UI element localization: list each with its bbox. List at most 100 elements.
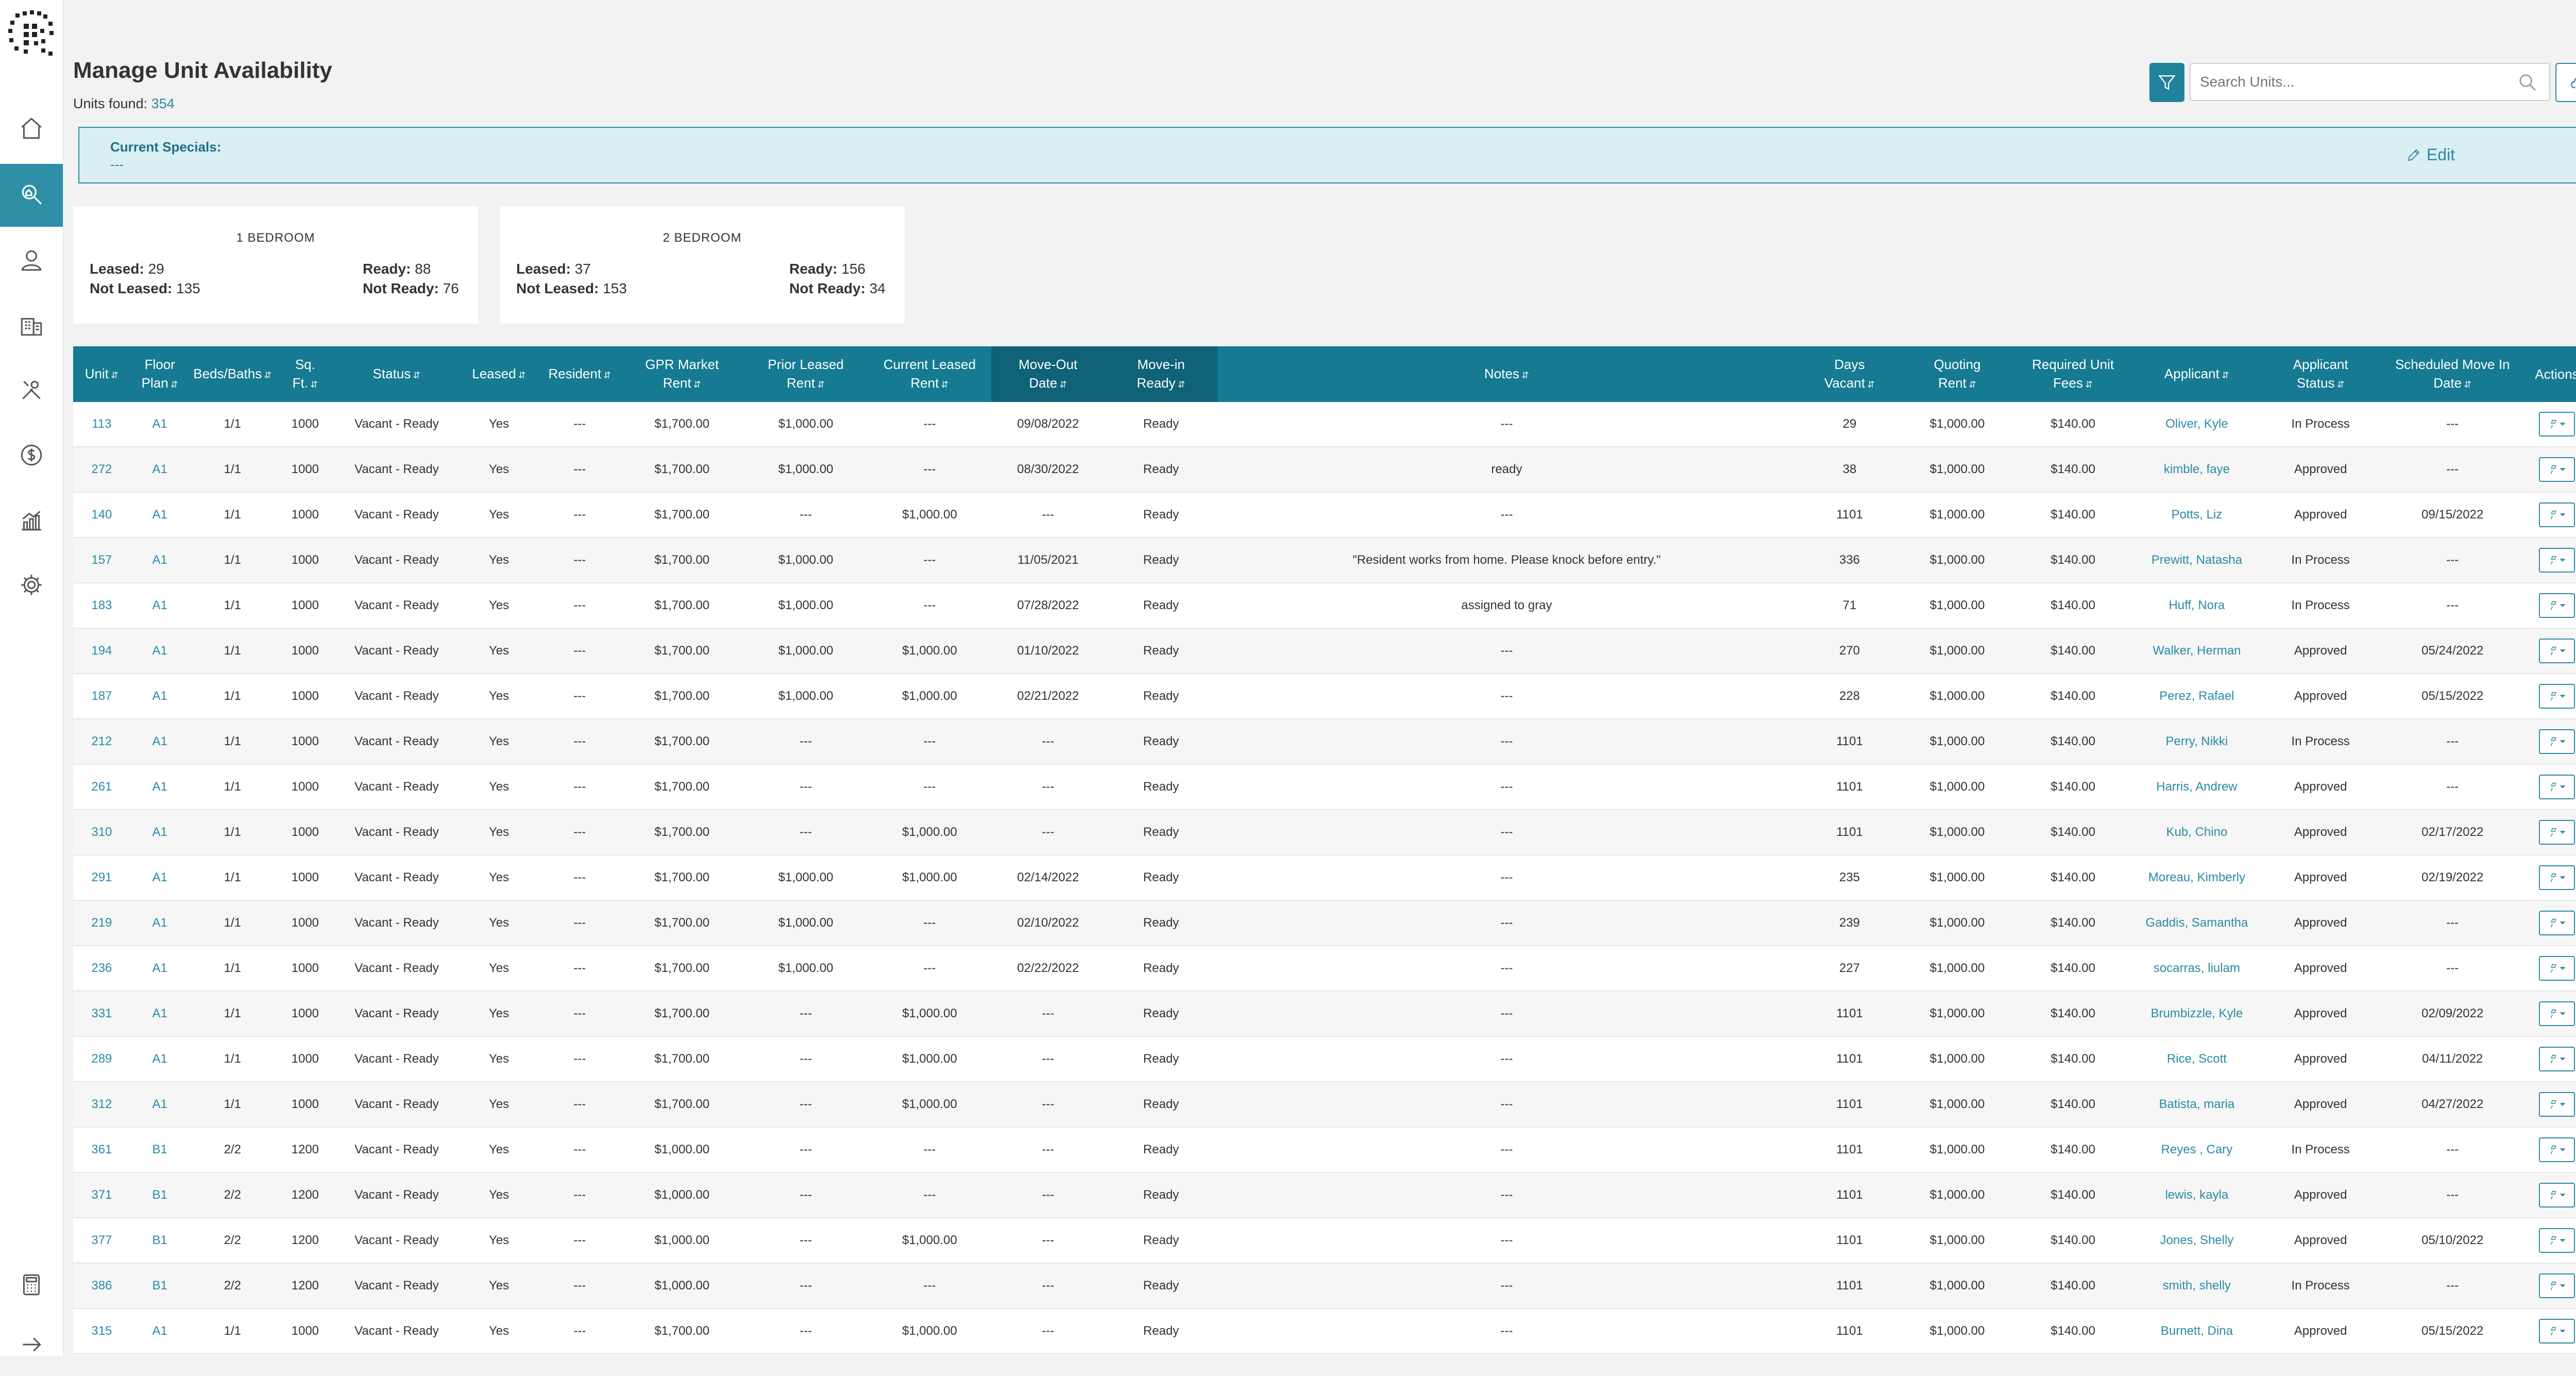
column-header[interactable]: Quoting Rent ⇵ <box>1903 346 2011 402</box>
table-cell-link[interactable]: 361 <box>73 1127 130 1173</box>
column-header[interactable]: Applicant ⇵ <box>2134 346 2259 402</box>
nav-calculator[interactable] <box>0 1253 63 1316</box>
actions-dropdown-button[interactable] <box>2539 1183 2575 1207</box>
table-cell-link[interactable]: A1 <box>130 991 190 1037</box>
table-cell-link[interactable]: Burnett, Dina <box>2134 1308 2259 1354</box>
actions-dropdown-button[interactable] <box>2539 865 2575 890</box>
table-cell-link[interactable]: Kub, Chino <box>2134 810 2259 855</box>
table-cell-link[interactable]: Walker, Herman <box>2134 628 2259 674</box>
column-header[interactable]: Actions <box>2522 346 2576 402</box>
table-cell-link[interactable]: A1 <box>130 855 190 901</box>
column-header[interactable]: Move-Out Date ⇵ <box>991 346 1105 402</box>
table-cell-link[interactable]: A1 <box>130 628 190 674</box>
actions-dropdown-button[interactable] <box>2539 639 2575 663</box>
table-cell-link[interactable]: 371 <box>73 1172 130 1218</box>
edit-specials-button[interactable]: Edit <box>2406 145 2455 164</box>
actions-dropdown-button[interactable] <box>2539 1047 2575 1071</box>
table-cell-link[interactable]: A1 <box>130 1082 190 1128</box>
column-header[interactable]: Scheduled Move In Date ⇵ <box>2382 346 2523 402</box>
actions-dropdown-button[interactable] <box>2539 1001 2575 1026</box>
column-header[interactable]: Sq. Ft. ⇵ <box>275 346 335 402</box>
actions-dropdown-button[interactable] <box>2539 412 2575 437</box>
table-cell-link[interactable]: Moreau, Kimberly <box>2134 855 2259 901</box>
table-cell-link[interactable]: 261 <box>73 764 130 810</box>
table-cell-link[interactable]: B1 <box>130 1218 190 1264</box>
table-cell-link[interactable]: A1 <box>130 1308 190 1354</box>
actions-dropdown-button[interactable] <box>2539 1273 2575 1298</box>
column-header[interactable]: Resident ⇵ <box>539 346 620 402</box>
actions-dropdown-button[interactable] <box>2539 820 2575 845</box>
table-cell-link[interactable]: lewis, kayla <box>2134 1172 2259 1218</box>
table-cell-link[interactable]: A1 <box>130 538 190 583</box>
table-cell-link[interactable]: smith, shelly <box>2134 1263 2259 1309</box>
nav-residents[interactable] <box>0 229 63 292</box>
nav-settings[interactable] <box>0 553 63 616</box>
table-cell-link[interactable]: B1 <box>130 1263 190 1309</box>
column-header[interactable]: Beds/Baths ⇵ <box>189 346 276 402</box>
actions-dropdown-button[interactable] <box>2539 548 2575 573</box>
table-cell-link[interactable]: 331 <box>73 991 130 1037</box>
logo-icon[interactable] <box>5 8 57 60</box>
table-cell-link[interactable]: 335 <box>73 1354 130 1356</box>
nav-financials[interactable] <box>0 424 63 486</box>
column-header[interactable]: Leased ⇵ <box>459 346 539 402</box>
table-cell-link[interactable]: 140 <box>73 492 130 538</box>
actions-dropdown-button[interactable] <box>2539 1092 2575 1117</box>
table-cell-link[interactable]: 219 <box>73 900 130 946</box>
actions-dropdown-button[interactable] <box>2539 775 2575 799</box>
actions-dropdown-button[interactable] <box>2539 1228 2575 1253</box>
cloud-download-button[interactable] <box>2555 63 2576 102</box>
table-cell-link[interactable]: Rice, Scott <box>2134 1036 2259 1082</box>
table-cell-link[interactable]: 272 <box>73 447 130 493</box>
table-cell-link[interactable]: Harris, Andrew <box>2134 764 2259 810</box>
table-cell-link[interactable]: Reyes , Cary <box>2134 1127 2259 1173</box>
table-cell-link[interactable]: 377 <box>73 1218 130 1264</box>
table-cell-link[interactable]: Gaddis, Samantha <box>2134 900 2259 946</box>
table-cell-link[interactable]: 157 <box>73 538 130 583</box>
table-cell-link[interactable]: A1 <box>130 583 190 629</box>
search-icon[interactable] <box>2517 72 2538 93</box>
table-cell-link[interactable]: B1 <box>130 1172 190 1218</box>
column-header[interactable]: Applicant Status ⇵ <box>2259 346 2383 402</box>
table-cell-link[interactable]: Batista, maria <box>2134 1082 2259 1128</box>
table-cell-link[interactable]: A1 <box>130 447 190 493</box>
table-cell-link[interactable]: A1 <box>130 674 190 719</box>
table-cell-link[interactable]: 289 <box>73 1036 130 1082</box>
table-cell-link[interactable]: 310 <box>73 810 130 855</box>
table-cell-link[interactable]: 312 <box>73 1082 130 1128</box>
nav-unit-availability[interactable] <box>0 164 63 227</box>
table-cell-link[interactable]: A1 <box>130 402 190 447</box>
table-cell-link[interactable]: 315 <box>73 1308 130 1354</box>
table-cell-link[interactable]: 236 <box>73 946 130 992</box>
actions-dropdown-button[interactable] <box>2539 502 2575 527</box>
table-cell-link[interactable]: 187 <box>73 674 130 719</box>
table-cell-link[interactable]: Balzja, Michael <box>2134 1354 2259 1356</box>
table-cell-link[interactable]: Prewitt, Natasha <box>2134 538 2259 583</box>
actions-dropdown-button[interactable] <box>2539 911 2575 935</box>
actions-dropdown-button[interactable] <box>2539 956 2575 981</box>
table-cell-link[interactable]: A1 <box>130 764 190 810</box>
table-cell-link[interactable]: Oliver, Kyle <box>2134 402 2259 447</box>
table-cell-link[interactable]: 291 <box>73 855 130 901</box>
nav-expand[interactable] <box>0 1313 63 1376</box>
table-cell-link[interactable]: B1 <box>130 1127 190 1173</box>
table-cell-link[interactable]: A1 <box>130 492 190 538</box>
table-cell-link[interactable]: kimble, faye <box>2134 447 2259 493</box>
table-cell-link[interactable]: A1 <box>130 810 190 855</box>
table-cell-link[interactable]: Potts, Liz <box>2134 492 2259 538</box>
nav-reports[interactable] <box>0 489 63 551</box>
actions-dropdown-button[interactable] <box>2539 457 2575 482</box>
table-cell-link[interactable]: 386 <box>73 1263 130 1309</box>
table-cell-link[interactable]: A1 <box>130 719 190 765</box>
table-cell-link[interactable]: 194 <box>73 628 130 674</box>
search-input[interactable] <box>2191 73 2510 91</box>
table-cell-link[interactable]: Brumbizzle, Kyle <box>2134 991 2259 1037</box>
actions-dropdown-button[interactable] <box>2539 684 2575 709</box>
filter-button[interactable] <box>2149 63 2184 102</box>
table-cell-link[interactable]: A1 <box>130 900 190 946</box>
column-header[interactable]: Required Unit Fees ⇵ <box>2011 346 2135 402</box>
table-cell-link[interactable]: A1 <box>130 946 190 992</box>
nav-maintenance[interactable] <box>0 359 63 422</box>
table-cell-link[interactable]: Perry, Nikki <box>2134 719 2259 765</box>
table-cell-link[interactable]: A1 <box>130 1354 190 1356</box>
